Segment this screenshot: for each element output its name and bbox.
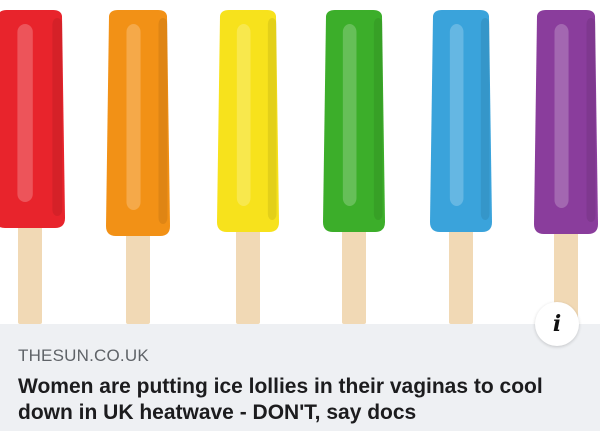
lolly-shade-red [52, 18, 63, 216]
link-preview-card[interactable]: i THESUN.CO.UK Women are putting ice lol… [0, 0, 600, 431]
lolly-highlight-green [342, 24, 357, 206]
ice-lollies-photo [0, 10, 598, 324]
lolly-shade-purple [586, 18, 596, 222]
lolly-highlight-purple [554, 24, 569, 208]
lolly-shade-green [373, 18, 383, 220]
lolly-stick-orange [126, 230, 150, 324]
lolly-stick-blue [449, 226, 473, 324]
lolly-shade-orange [158, 18, 168, 224]
info-button[interactable]: i [535, 302, 579, 346]
lolly-stick-red [18, 222, 42, 324]
lolly-stick-green [342, 226, 366, 324]
preview-image[interactable] [0, 0, 600, 324]
headline: Women are putting ice lollies in their v… [18, 375, 543, 424]
info-icon: i [552, 311, 562, 337]
preview-caption[interactable]: THESUN.CO.UK Women are putting ice lolli… [0, 324, 600, 431]
lolly-highlight-red [17, 24, 33, 202]
lolly-stick-yellow [236, 226, 260, 324]
lolly-highlight-orange [126, 24, 141, 210]
lolly-shade-yellow [267, 18, 277, 220]
lolly-highlight-blue [449, 24, 464, 206]
lolly-shade-blue [480, 18, 490, 220]
lolly-highlight-yellow [236, 24, 251, 206]
source-domain: THESUN.CO.UK [18, 346, 149, 365]
